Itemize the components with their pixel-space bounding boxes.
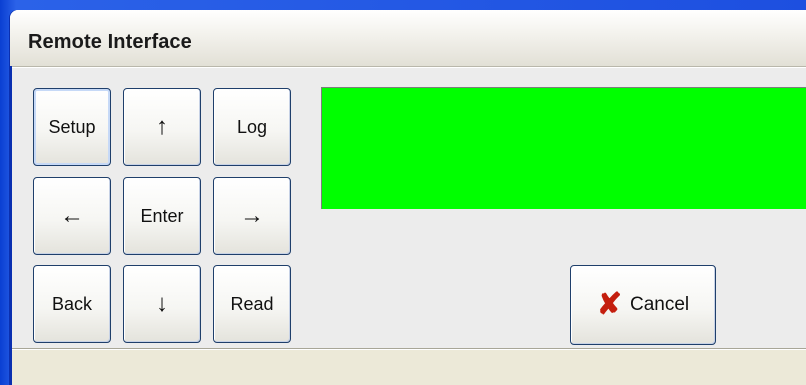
setup-button[interactable]: Setup [33, 88, 111, 166]
status-bar [10, 348, 806, 385]
window-content: Setup ↑ Log ← Enter → Back ↓ Read ✘ Canc… [10, 67, 806, 348]
status-display-panel [321, 87, 806, 209]
desktop-background: Remote Interface Setup ↑ Log ← Enter → B… [0, 0, 806, 385]
title-bar[interactable]: Remote Interface [10, 10, 806, 67]
cancel-button[interactable]: ✘ Cancel [570, 265, 716, 345]
arrow-up-icon: ↑ [156, 113, 168, 140]
log-button[interactable]: Log [213, 88, 291, 166]
cancel-button-label: Cancel [629, 294, 690, 315]
arrow-down-icon: ↓ [156, 290, 168, 317]
arrow-left-icon: ← [60, 202, 84, 229]
x-icon: ✘ [596, 288, 622, 321]
up-button[interactable]: ↑ [123, 88, 201, 166]
window-left-border [10, 66, 12, 385]
read-button[interactable]: Read [213, 265, 291, 343]
down-button[interactable]: ↓ [123, 265, 201, 343]
right-button[interactable]: → [213, 177, 291, 255]
left-button[interactable]: ← [33, 177, 111, 255]
back-button[interactable]: Back [33, 265, 111, 343]
window-title: Remote Interface [28, 31, 192, 53]
remote-interface-window: Remote Interface Setup ↑ Log ← Enter → B… [10, 10, 806, 385]
arrow-right-icon: → [240, 202, 264, 229]
enter-button[interactable]: Enter [123, 177, 201, 255]
